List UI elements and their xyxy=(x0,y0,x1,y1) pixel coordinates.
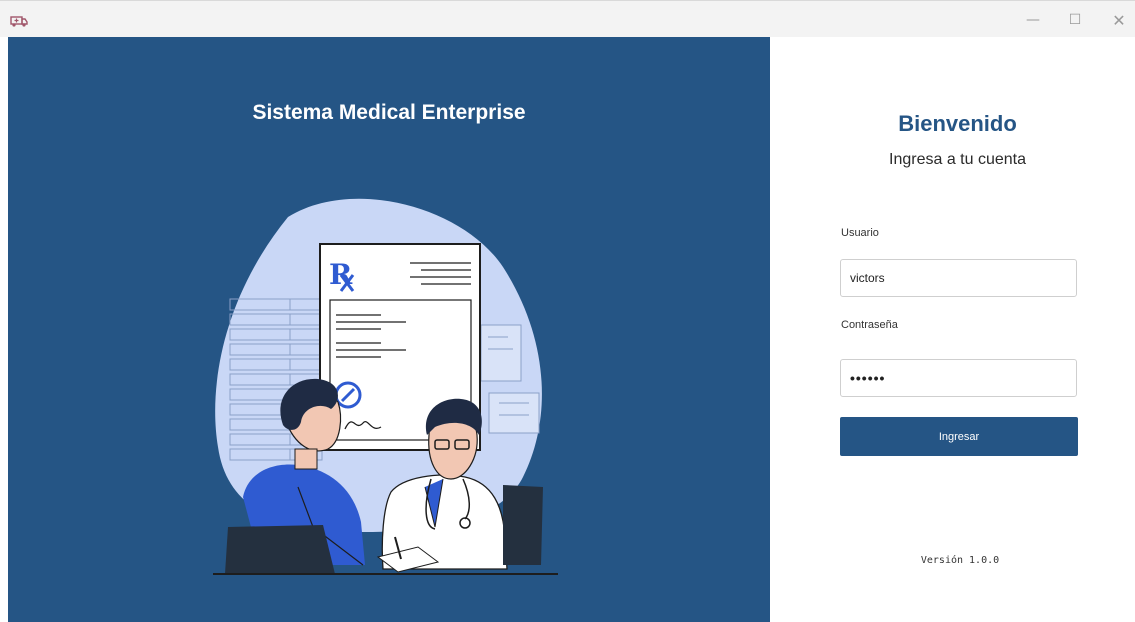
minimize-icon: — xyxy=(1026,12,1040,28)
login-panel: Bienvenido Ingresa a tu cuenta Usuario v… xyxy=(770,37,1135,622)
close-button[interactable]: ✕ xyxy=(1105,9,1133,31)
password-field[interactable]: •••••• xyxy=(840,359,1077,397)
close-icon: ✕ xyxy=(1112,10,1126,30)
username-label: Usuario xyxy=(841,227,879,239)
username-field[interactable]: victors xyxy=(840,259,1077,297)
version-label: Versión 1.0.0 xyxy=(920,555,1000,566)
password-label: Contraseña xyxy=(841,319,898,331)
username-value: victors xyxy=(850,271,885,285)
app-title: Sistema Medical Enterprise xyxy=(252,101,526,124)
window-titlebar: — ☐ ✕ xyxy=(0,0,1135,37)
doctor-consultation-illustration: R xyxy=(213,198,558,575)
maximize-icon: ☐ xyxy=(1068,12,1082,28)
login-button-label: Ingresar xyxy=(938,430,980,443)
maximize-button[interactable]: ☐ xyxy=(1061,9,1089,31)
login-button[interactable]: Ingresar xyxy=(840,417,1078,456)
login-subtitle: Ingresa a tu cuenta xyxy=(889,151,1026,168)
welcome-heading: Bienvenido xyxy=(898,111,1017,136)
password-value: •••••• xyxy=(850,370,886,386)
minimize-button[interactable]: — xyxy=(1019,9,1047,31)
ambulance-icon xyxy=(10,16,28,27)
branding-panel: Sistema Medical Enterprise R xyxy=(8,37,770,622)
